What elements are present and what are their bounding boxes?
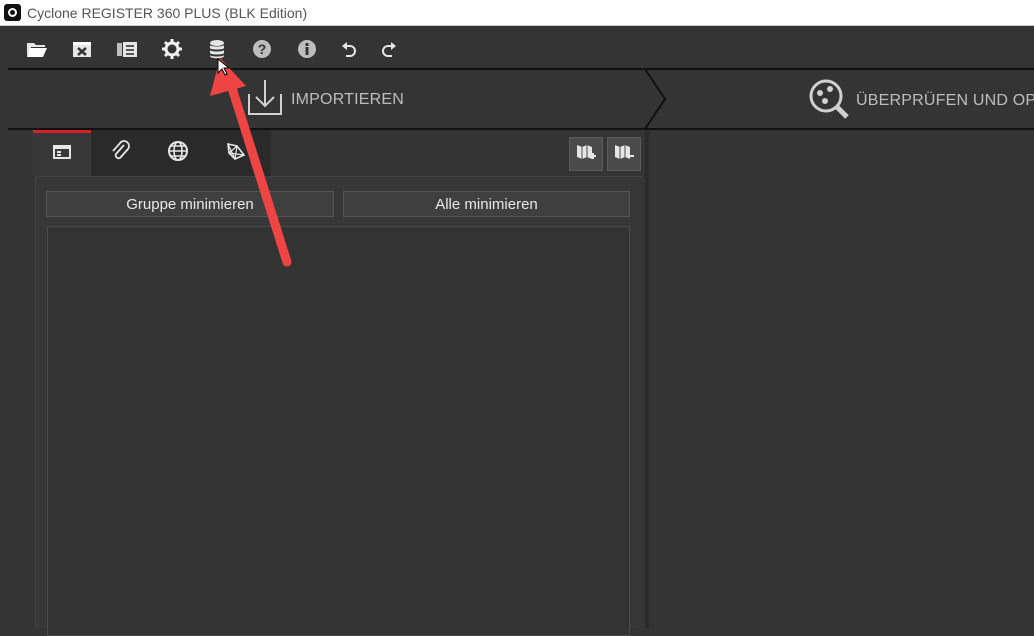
tab-georeference[interactable] <box>149 130 207 176</box>
project-panel: Gruppe minimieren Alle minimieren <box>33 130 645 636</box>
import-step-label[interactable]: IMPORTIEREN <box>291 91 404 109</box>
map-add-icon <box>575 142 597 167</box>
window-title: Cyclone REGISTER 360 PLUS (BLK Edition) <box>27 5 308 21</box>
group-minimize-button[interactable]: Gruppe minimieren <box>46 191 334 217</box>
gear-icon[interactable] <box>160 37 184 61</box>
review-step-icon <box>809 79 853 119</box>
tab-project-tree[interactable] <box>33 130 91 176</box>
mouse-cursor-icon <box>217 58 229 76</box>
attachment-icon <box>110 139 130 167</box>
review-step-label[interactable]: ÜBERPRÜFEN UND OPT <box>856 92 1034 110</box>
folder-open-icon[interactable] <box>25 37 49 61</box>
svg-text:?: ? <box>258 41 267 57</box>
network-icon <box>225 140 247 167</box>
map-remove-icon <box>613 142 635 167</box>
toolbar: ? <box>0 27 1034 68</box>
excel-export-icon[interactable] <box>70 37 94 61</box>
tab-attachments[interactable] <box>91 130 149 176</box>
panel-body: Gruppe minimieren Alle minimieren <box>35 176 642 636</box>
add-group-button[interactable] <box>569 137 603 171</box>
report-icon[interactable] <box>115 37 139 61</box>
globe-icon <box>167 140 189 167</box>
title-bar: Cyclone REGISTER 360 PLUS (BLK Edition) <box>0 0 1034 26</box>
main-view-area[interactable] <box>649 130 1034 628</box>
left-edge <box>0 130 33 628</box>
workflow-bar: IMPORTIEREN ÜBERPRÜFEN UND OPT <box>0 68 1034 130</box>
app-logo-icon <box>4 4 21 21</box>
remove-group-button[interactable] <box>607 137 641 171</box>
redo-icon[interactable] <box>377 37 401 61</box>
panel-tabs <box>33 130 271 176</box>
info-icon[interactable] <box>295 37 319 61</box>
tab-network[interactable] <box>207 130 265 176</box>
import-step-icon <box>245 78 285 118</box>
project-tree-list[interactable] <box>47 226 630 636</box>
undo-icon[interactable] <box>337 37 361 61</box>
all-minimize-button[interactable]: Alle minimieren <box>343 191 630 217</box>
project-tree-icon <box>53 144 71 165</box>
help-icon[interactable]: ? <box>250 37 274 61</box>
